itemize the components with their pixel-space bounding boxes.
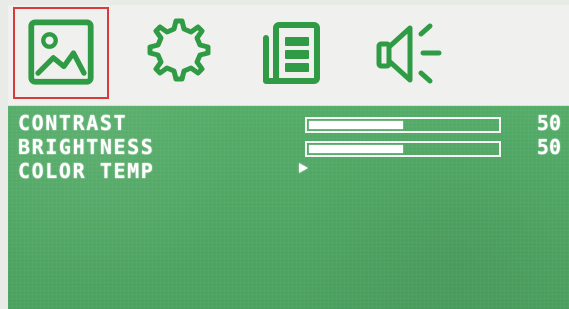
contrast-slider[interactable]	[305, 117, 501, 133]
tab-settings[interactable]	[128, 7, 224, 99]
brightness-slider-fill	[309, 145, 403, 153]
color-temp-label: COLOR TEMP	[18, 159, 155, 183]
picture-menu-panel: CONTRAST 50 BRIGHTNESS 50 COLOR TEMP	[8, 106, 569, 309]
tab-input[interactable]	[248, 7, 344, 99]
brightness-slider[interactable]	[305, 141, 501, 157]
contrast-value: 50	[536, 111, 561, 135]
contrast-row[interactable]: CONTRAST 50	[8, 113, 569, 135]
brightness-label: BRIGHTNESS	[18, 135, 155, 159]
submenu-arrow-icon	[299, 163, 308, 173]
gear-icon	[147, 18, 211, 82]
tab-picture[interactable]	[13, 7, 109, 99]
tab-audio[interactable]	[366, 7, 462, 99]
picture-icon	[28, 19, 94, 85]
speaker-icon	[376, 23, 442, 84]
brightness-value: 50	[536, 135, 561, 159]
color-temp-row[interactable]: COLOR TEMP	[8, 161, 569, 183]
contrast-slider-fill	[309, 121, 403, 129]
contrast-label: CONTRAST	[18, 111, 128, 135]
input-icon	[263, 22, 320, 84]
menu-tab-bar	[8, 5, 569, 106]
osd-screen: CONTRAST 50 BRIGHTNESS 50 COLOR TEMP	[8, 5, 569, 309]
brightness-row[interactable]: BRIGHTNESS 50	[8, 137, 569, 159]
